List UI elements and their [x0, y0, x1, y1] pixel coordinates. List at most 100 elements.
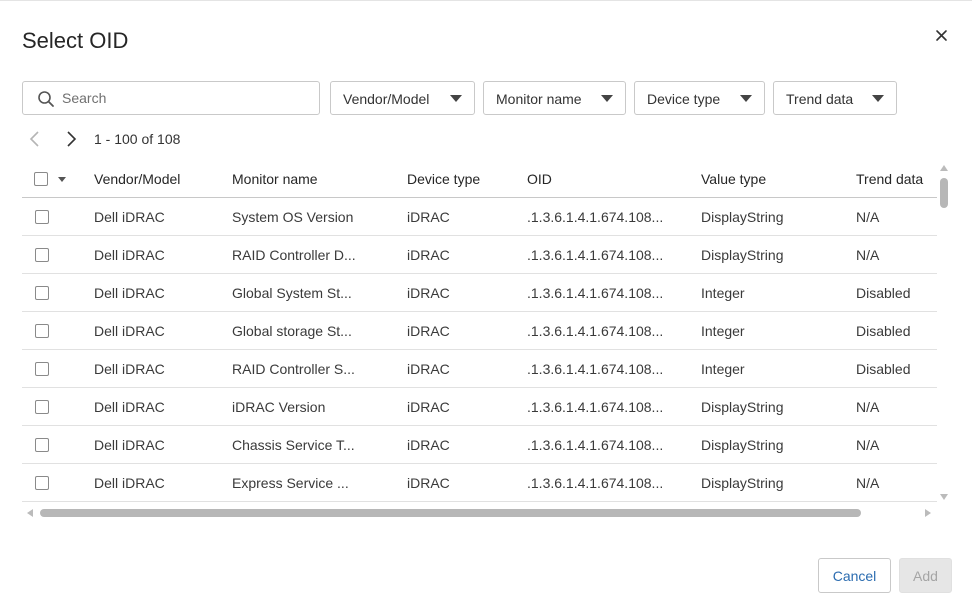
cell-device-type: iDRAC	[407, 361, 450, 377]
cell-oid: .1.3.6.1.4.1.674.108...	[527, 437, 664, 453]
pager-range: 1 - 100 of 108	[94, 131, 181, 147]
cell-oid: .1.3.6.1.4.1.674.108...	[527, 247, 664, 263]
cell-value-type: DisplayString	[701, 437, 784, 453]
add-button: Add	[899, 558, 952, 593]
cell-trend-data: N/A	[856, 475, 880, 491]
cell-monitor-name: Global storage St...	[232, 323, 352, 339]
cell-monitor-name: iDRAC Version	[232, 399, 326, 415]
vertical-scrollbar[interactable]	[937, 163, 951, 503]
cell-trend-data: N/A	[856, 437, 880, 453]
row-checkbox[interactable]	[35, 362, 49, 376]
dialog-top-border	[0, 0, 972, 1]
row-checkbox[interactable]	[35, 476, 49, 490]
cell-trend-data: Disabled	[856, 361, 911, 377]
cell-vendor-model: Dell iDRAC	[94, 361, 165, 377]
cell-vendor-model: Dell iDRAC	[94, 209, 165, 225]
vendor-model-filter-label: Vendor/Model	[343, 91, 430, 107]
cell-value-type: DisplayString	[701, 209, 784, 225]
scroll-left-icon[interactable]	[27, 509, 33, 517]
row-checkbox[interactable]	[35, 210, 49, 224]
cell-oid: .1.3.6.1.4.1.674.108...	[527, 285, 664, 301]
row-checkbox[interactable]	[35, 400, 49, 414]
row-checkbox[interactable]	[35, 248, 49, 262]
cell-device-type: iDRAC	[407, 399, 450, 415]
horizontal-scrollbar[interactable]	[22, 506, 937, 520]
cell-value-type: Integer	[701, 361, 745, 377]
chevron-down-icon[interactable]	[58, 177, 66, 182]
table-row[interactable]: Dell iDRAC RAID Controller D... iDRAC .1…	[22, 236, 937, 274]
chevron-down-icon	[450, 95, 462, 102]
select-all-checkbox[interactable]	[34, 172, 48, 186]
cell-vendor-model: Dell iDRAC	[94, 475, 165, 491]
cell-trend-data: Disabled	[856, 323, 911, 339]
cell-vendor-model: Dell iDRAC	[94, 247, 165, 263]
chevron-down-icon	[872, 95, 884, 102]
cell-monitor-name: RAID Controller S...	[232, 361, 355, 377]
scroll-right-icon[interactable]	[925, 509, 931, 517]
search-input[interactable]	[62, 88, 312, 108]
cell-device-type: iDRAC	[407, 475, 450, 491]
cell-trend-data: Disabled	[856, 285, 911, 301]
cell-oid: .1.3.6.1.4.1.674.108...	[527, 323, 664, 339]
trend-data-filter[interactable]: Trend data	[773, 81, 897, 115]
chevron-down-icon	[601, 95, 613, 102]
device-type-filter-label: Device type	[647, 91, 721, 107]
trend-data-filter-label: Trend data	[786, 91, 854, 107]
close-icon[interactable]	[930, 24, 952, 46]
row-checkbox[interactable]	[35, 438, 49, 452]
cell-device-type: iDRAC	[407, 285, 450, 301]
table-row[interactable]: Dell iDRAC RAID Controller S... iDRAC .1…	[22, 350, 937, 388]
cell-oid: .1.3.6.1.4.1.674.108...	[527, 361, 664, 377]
table-row[interactable]: Dell iDRAC Global System St... iDRAC .1.…	[22, 274, 937, 312]
horizontal-scroll-thumb[interactable]	[40, 509, 861, 517]
column-header-device-type[interactable]: Device type	[407, 171, 480, 187]
monitor-name-filter[interactable]: Monitor name	[483, 81, 626, 115]
cell-vendor-model: Dell iDRAC	[94, 285, 165, 301]
column-header-monitor-name[interactable]: Monitor name	[232, 171, 318, 187]
cell-value-type: DisplayString	[701, 475, 784, 491]
cell-device-type: iDRAC	[407, 437, 450, 453]
table-row[interactable]: Dell iDRAC Global storage St... iDRAC .1…	[22, 312, 937, 350]
table-row[interactable]: Dell iDRAC System OS Version iDRAC .1.3.…	[22, 198, 937, 236]
cancel-button[interactable]: Cancel	[818, 558, 891, 593]
chevron-down-icon	[740, 95, 752, 102]
oid-table: Vendor/Model Monitor name Device type OI…	[22, 160, 937, 503]
cell-vendor-model: Dell iDRAC	[94, 437, 165, 453]
chevron-right-icon[interactable]	[62, 129, 80, 149]
cell-value-type: Integer	[701, 323, 745, 339]
scroll-down-icon[interactable]	[940, 494, 948, 500]
dialog-title: Select OID	[22, 28, 129, 53]
table-row[interactable]: Dell iDRAC iDRAC Version iDRAC .1.3.6.1.…	[22, 388, 937, 426]
search-box[interactable]	[22, 81, 320, 115]
cell-monitor-name: Global System St...	[232, 285, 352, 301]
chevron-left-icon[interactable]	[26, 129, 44, 149]
cell-device-type: iDRAC	[407, 323, 450, 339]
scroll-up-icon[interactable]	[940, 165, 948, 171]
cell-monitor-name: System OS Version	[232, 209, 354, 225]
cell-value-type: DisplayString	[701, 247, 784, 263]
row-checkbox[interactable]	[35, 286, 49, 300]
column-header-vendor-model[interactable]: Vendor/Model	[94, 171, 180, 187]
cell-trend-data: N/A	[856, 209, 880, 225]
table-header: Vendor/Model Monitor name Device type OI…	[22, 160, 937, 198]
cell-device-type: iDRAC	[407, 209, 450, 225]
table-row[interactable]: Dell iDRAC Chassis Service T... iDRAC .1…	[22, 426, 937, 464]
column-header-value-type[interactable]: Value type	[701, 171, 766, 187]
cell-trend-data: N/A	[856, 247, 880, 263]
cell-device-type: iDRAC	[407, 247, 450, 263]
cell-oid: .1.3.6.1.4.1.674.108...	[527, 209, 664, 225]
vertical-scroll-thumb[interactable]	[940, 178, 948, 208]
row-checkbox[interactable]	[35, 324, 49, 338]
table-row[interactable]: Dell iDRAC Express Service ... iDRAC .1.…	[22, 464, 937, 502]
vendor-model-filter[interactable]: Vendor/Model	[330, 81, 475, 115]
cell-value-type: DisplayString	[701, 399, 784, 415]
monitor-name-filter-label: Monitor name	[496, 91, 582, 107]
device-type-filter[interactable]: Device type	[634, 81, 765, 115]
cell-vendor-model: Dell iDRAC	[94, 399, 165, 415]
cell-monitor-name: Chassis Service T...	[232, 437, 355, 453]
cell-monitor-name: RAID Controller D...	[232, 247, 356, 263]
cell-vendor-model: Dell iDRAC	[94, 323, 165, 339]
column-header-oid[interactable]: OID	[527, 171, 552, 187]
column-header-trend-data[interactable]: Trend data	[856, 171, 923, 187]
cell-oid: .1.3.6.1.4.1.674.108...	[527, 399, 664, 415]
